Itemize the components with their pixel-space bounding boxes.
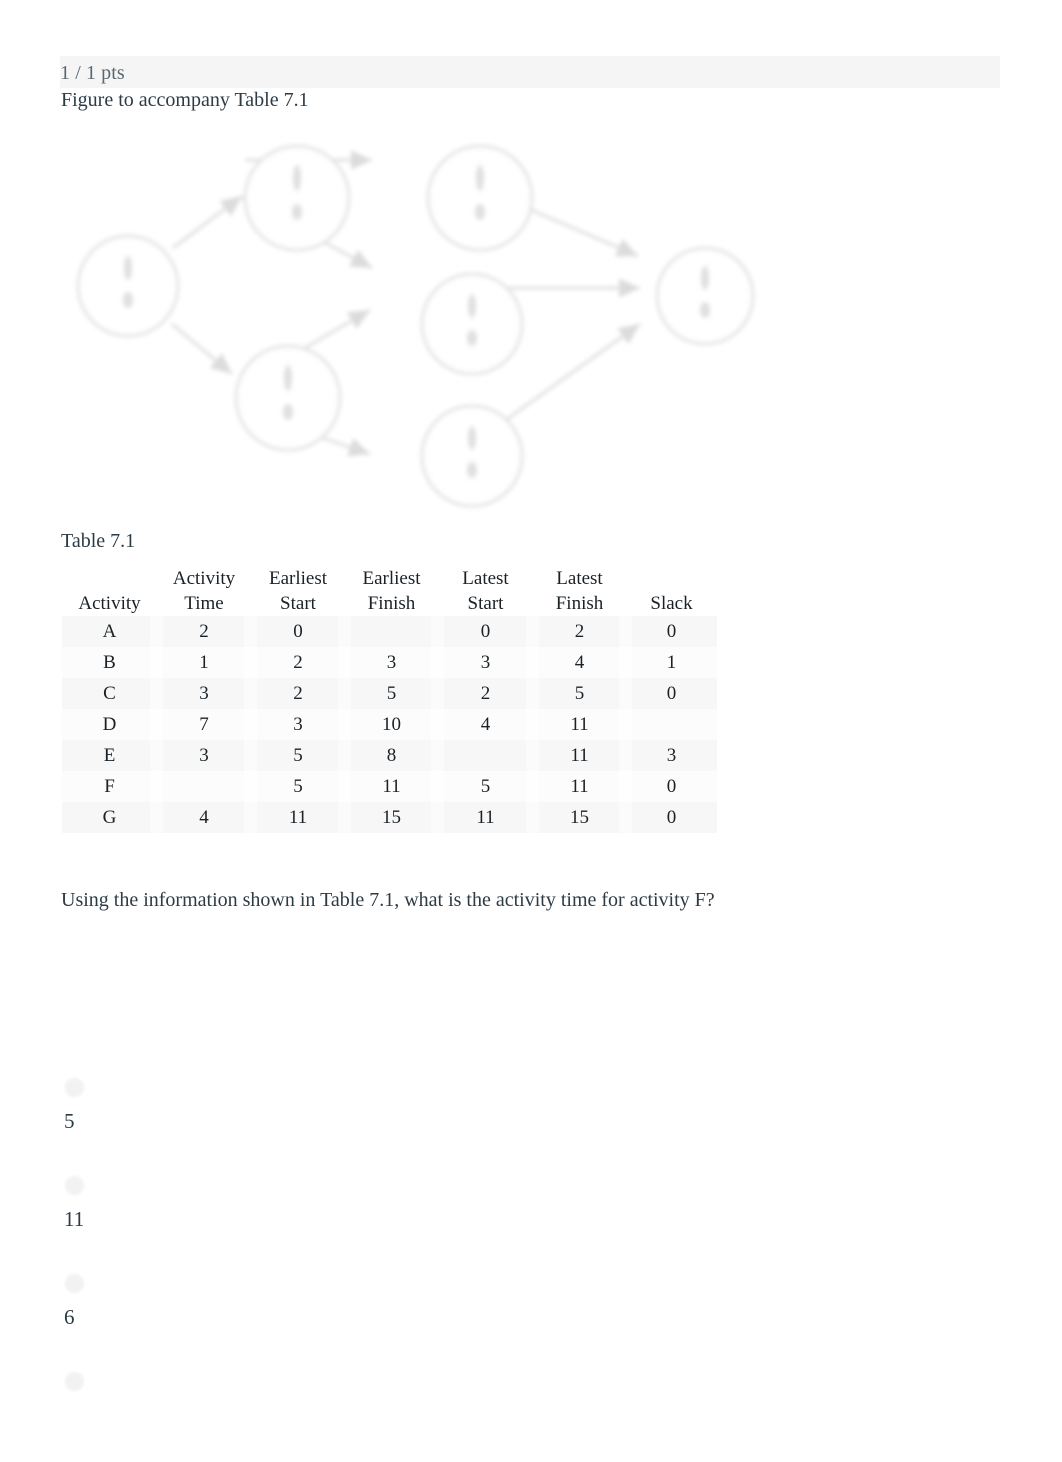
cell-activity: D: [102, 714, 117, 735]
cell-activity: B: [103, 652, 116, 673]
answer-option[interactable]: 11: [60, 1168, 960, 1266]
table-caption: Table 7.1: [61, 530, 136, 552]
answer-label: 6: [64, 1305, 75, 1329]
cell-latest-finish: 5: [533, 678, 626, 709]
table-row: B 1 2 3 3 4 1: [62, 647, 717, 678]
header-activity-top: [62, 566, 157, 591]
cell-slack: 1: [666, 652, 677, 673]
cell-earliest-start: 2: [293, 652, 303, 673]
cell-activity: G: [62, 802, 157, 833]
cell-earliest-start: 0: [251, 616, 345, 647]
question-text: Using the information shown in Table 7.1…: [61, 889, 715, 911]
radio-button-icon[interactable]: [65, 1372, 84, 1391]
header-latest-finish: Finish: [555, 593, 604, 614]
cell-earliest-finish: 8: [345, 740, 438, 771]
cell-earliest-finish: 10: [382, 714, 401, 735]
answer-option[interactable]: 5: [60, 1070, 960, 1168]
cell-slack: 0: [626, 678, 717, 709]
header-activity: Activity: [78, 593, 141, 614]
points-label: 1 / 1 pts: [60, 62, 125, 84]
cell-slack: 3: [626, 740, 717, 771]
cell-latest-finish: 11: [570, 714, 589, 735]
cell-earliest-finish: 11: [382, 776, 401, 797]
header-activity-time: Time: [184, 593, 224, 614]
answer-label: 5: [64, 1109, 75, 1133]
header-latest-start-top: Latest: [462, 568, 509, 589]
cell-earliest-start: 5: [293, 776, 303, 797]
radio-button-icon[interactable]: [65, 1078, 84, 1097]
cell-latest-finish: 15: [533, 802, 626, 833]
table-row: D 7 3 10 4 11: [62, 709, 717, 740]
cell-slack: [626, 709, 717, 740]
header-earliest-start-top: Earliest: [268, 568, 328, 589]
cell-latest-start: [438, 740, 533, 771]
cell-activity-time: 7: [199, 714, 209, 735]
table-header-row-bottom: Activity Time Start Finish Start Finish …: [62, 591, 717, 616]
answer-label: 11: [64, 1207, 85, 1231]
answer-options: 5 11 6: [60, 1070, 960, 1462]
cell-latest-start: 5: [480, 776, 491, 797]
cell-latest-start: 2: [438, 678, 533, 709]
cell-earliest-finish: 15: [345, 802, 438, 833]
cell-activity-time: 3: [157, 678, 251, 709]
cell-activity: E: [62, 740, 157, 771]
cell-latest-finish: 11: [570, 776, 589, 797]
cell-earliest-start: 2: [251, 678, 345, 709]
radio-button-icon[interactable]: [65, 1274, 84, 1293]
cell-activity-time: 3: [157, 740, 251, 771]
radio-button-icon[interactable]: [65, 1176, 84, 1195]
cell-earliest-start: 11: [251, 802, 345, 833]
cell-latest-finish: 2: [533, 616, 626, 647]
header-latest-finish-top: Latest: [556, 568, 603, 589]
cell-activity: A: [62, 616, 157, 647]
cell-slack: 0: [626, 616, 717, 647]
answer-option[interactable]: 6: [60, 1266, 960, 1364]
table-row: E 3 5 8 11 3: [62, 740, 717, 771]
header-slack: Slack: [650, 593, 693, 614]
cell-latest-finish: 11: [533, 740, 626, 771]
header-slack-top: [626, 566, 717, 591]
table-header-row-top: Activity Earliest Earliest Latest Latest: [62, 566, 717, 591]
cell-slack: 0: [666, 776, 677, 797]
answer-option[interactable]: [60, 1364, 960, 1462]
cell-activity-time: [157, 771, 251, 802]
figure-caption: Figure to accompany Table 7.1: [61, 89, 309, 111]
header-earliest-finish: Finish: [367, 593, 416, 614]
cell-activity: C: [62, 678, 157, 709]
table-row: F 5 11 5 11 0: [62, 771, 717, 802]
cell-latest-start: 4: [480, 714, 491, 735]
cell-activity: F: [104, 776, 115, 797]
table-header: Activity Earliest Earliest Latest Latest…: [62, 566, 717, 616]
points-band: [60, 56, 1000, 88]
cell-activity-time: 2: [157, 616, 251, 647]
cell-earliest-start: 5: [251, 740, 345, 771]
cell-earliest-start: 3: [293, 714, 303, 735]
table-body: A 2 0 0 2 0 B 1 2 3 3 4 1 C 3 2 5 2 5 0 …: [62, 616, 717, 833]
cell-earliest-finish: 3: [386, 652, 397, 673]
cell-latest-finish: 4: [574, 652, 585, 673]
cell-slack: 0: [626, 802, 717, 833]
cell-activity-time: 4: [157, 802, 251, 833]
table-7-1: Activity Earliest Earliest Latest Latest…: [62, 566, 717, 833]
cell-latest-start: 3: [480, 652, 491, 673]
cell-latest-start: 0: [438, 616, 533, 647]
table-row: G 4 11 15 11 15 0: [62, 802, 717, 833]
header-earliest-finish-top: Earliest: [362, 568, 421, 589]
cell-earliest-finish: [345, 616, 438, 647]
header-activity-time-top: Activity: [172, 568, 236, 589]
cell-earliest-finish: 5: [345, 678, 438, 709]
project-network-diagram: [60, 128, 790, 520]
table-row: A 2 0 0 2 0: [62, 616, 717, 647]
table-row: C 3 2 5 2 5 0: [62, 678, 717, 709]
cell-activity-time: 1: [199, 652, 209, 673]
header-latest-start: Start: [467, 593, 504, 614]
header-earliest-start: Start: [280, 593, 316, 614]
cell-latest-start: 11: [438, 802, 533, 833]
